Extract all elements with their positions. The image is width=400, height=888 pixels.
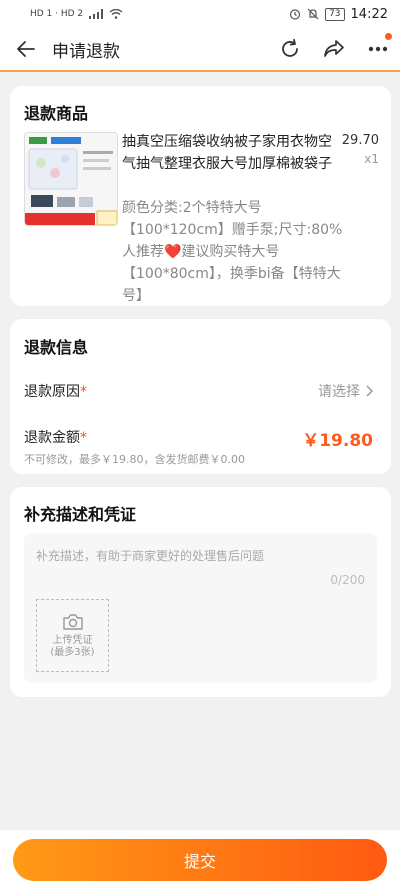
wifi-icon xyxy=(109,9,123,19)
share-icon xyxy=(324,40,344,57)
page-title: 申请退款 xyxy=(52,41,120,62)
upload-proof-label: 上传凭证 (最多3张) xyxy=(50,635,94,659)
description-placeholder: 补充描述，有助于商家更好的处理售后问题 xyxy=(36,549,265,563)
product-thumbnail[interactable] xyxy=(24,132,118,226)
product-sku: 颜色分类:2个特特大号【100*120cm】赠手泵;尺寸:80%人推荐❤️建议购… xyxy=(122,200,343,304)
more-dots-icon xyxy=(368,46,388,52)
clock: 14:22 xyxy=(350,6,388,22)
refund-amount-text: 退款金额 xyxy=(24,430,80,446)
character-counter: 0/200 xyxy=(330,573,365,587)
status-left: HD 1 · HD 2 xyxy=(30,9,123,19)
submit-button[interactable]: 提交 xyxy=(13,839,387,881)
mute-icon xyxy=(307,8,319,20)
camera-icon xyxy=(62,613,83,630)
upload-proof-line2: (最多3张) xyxy=(50,646,95,658)
refund-reason-select[interactable]: 请选择 xyxy=(318,381,373,401)
refund-reason-label: 退款原因* xyxy=(24,381,87,401)
product-name: 抽真空压缩袋收纳被子家用衣物空气抽气整理衣服大号加厚棉被袋子 xyxy=(122,134,332,172)
refresh-icon xyxy=(282,38,298,57)
refund-info-card: 退款信息 退款原因* 请选择 退款金额* ￥19.80 不可修改，最多￥19.8… xyxy=(10,319,391,474)
refresh-button[interactable] xyxy=(268,27,312,71)
product-image xyxy=(25,133,117,225)
refund-amount-value: ￥19.80 xyxy=(302,431,373,451)
chevron-right-icon xyxy=(366,385,373,397)
refund-reason-value: 请选择 xyxy=(318,384,360,400)
sim-indicator: HD 1 · HD 2 xyxy=(30,9,84,19)
required-mark: * xyxy=(80,430,87,446)
refund-goods-card: 退款商品 抽真空压缩袋收纳被子家用衣物空气抽气整理衣服大号加厚棉被袋子 颜色分类… xyxy=(10,86,391,306)
battery-indicator: 73 xyxy=(325,7,345,21)
signal-icon xyxy=(89,9,104,19)
description-card: 补充描述和凭证 补充描述，有助于商家更好的处理售后问题 0/200 上传凭证 (… xyxy=(10,487,391,697)
description-input[interactable]: 补充描述，有助于商家更好的处理售后问题 0/200 上传凭证 (最多3张) xyxy=(24,533,377,683)
upload-proof-line1: 上传凭证 xyxy=(52,634,93,646)
refund-amount-note: 不可修改，最多￥19.80，含发货邮费￥0.00 xyxy=(24,453,245,466)
more-button[interactable] xyxy=(356,27,400,71)
product-quantity: x1 xyxy=(364,152,379,166)
notification-dot xyxy=(385,33,392,40)
status-bar: HD 1 · HD 2 73 14:22 xyxy=(0,0,400,28)
product-price: 29.70 xyxy=(341,133,379,148)
alarm-icon xyxy=(289,9,301,20)
refund-amount-label: 退款金额* xyxy=(24,427,87,447)
share-button[interactable] xyxy=(312,27,356,71)
upload-proof-button[interactable]: 上传凭证 (最多3张) xyxy=(36,599,109,672)
app-header: 申请退款 xyxy=(0,28,400,72)
description-section-title: 补充描述和凭证 xyxy=(24,505,137,524)
required-mark: * xyxy=(80,384,87,400)
bottom-bar: 提交 xyxy=(0,830,400,888)
info-section-title: 退款信息 xyxy=(24,338,89,357)
back-button[interactable] xyxy=(0,27,52,71)
refund-reason-text: 退款原因 xyxy=(24,384,80,400)
arrow-left-icon xyxy=(17,41,35,57)
goods-section-title: 退款商品 xyxy=(24,104,89,123)
status-right: 73 14:22 xyxy=(289,7,388,22)
